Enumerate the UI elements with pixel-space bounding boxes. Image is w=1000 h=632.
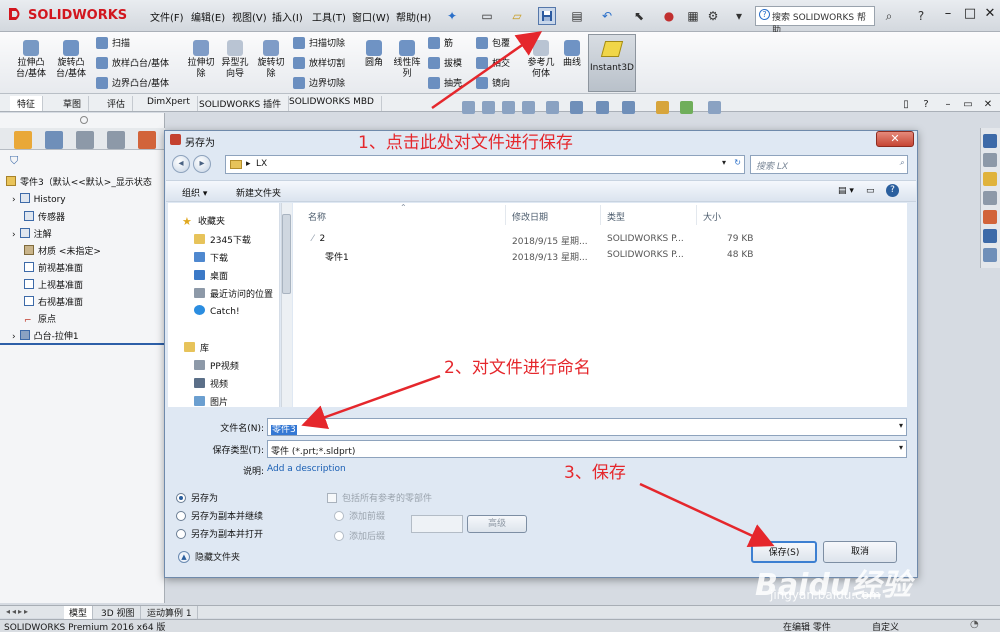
annotation-arrow-3	[639, 482, 775, 547]
annotation-arrow-2	[301, 374, 441, 430]
annotation-step-1: 1、点击此处对文件进行保存	[358, 133, 573, 153]
annotation-arrows	[301, 31, 775, 547]
annotation-arrow-1	[431, 31, 543, 110]
annotation-step-3: 3、保存	[564, 463, 626, 483]
baidu-watermark-url: jingyan.baidu.com	[770, 588, 881, 602]
annotation-step-2: 2、对文件进行命名	[444, 358, 591, 378]
